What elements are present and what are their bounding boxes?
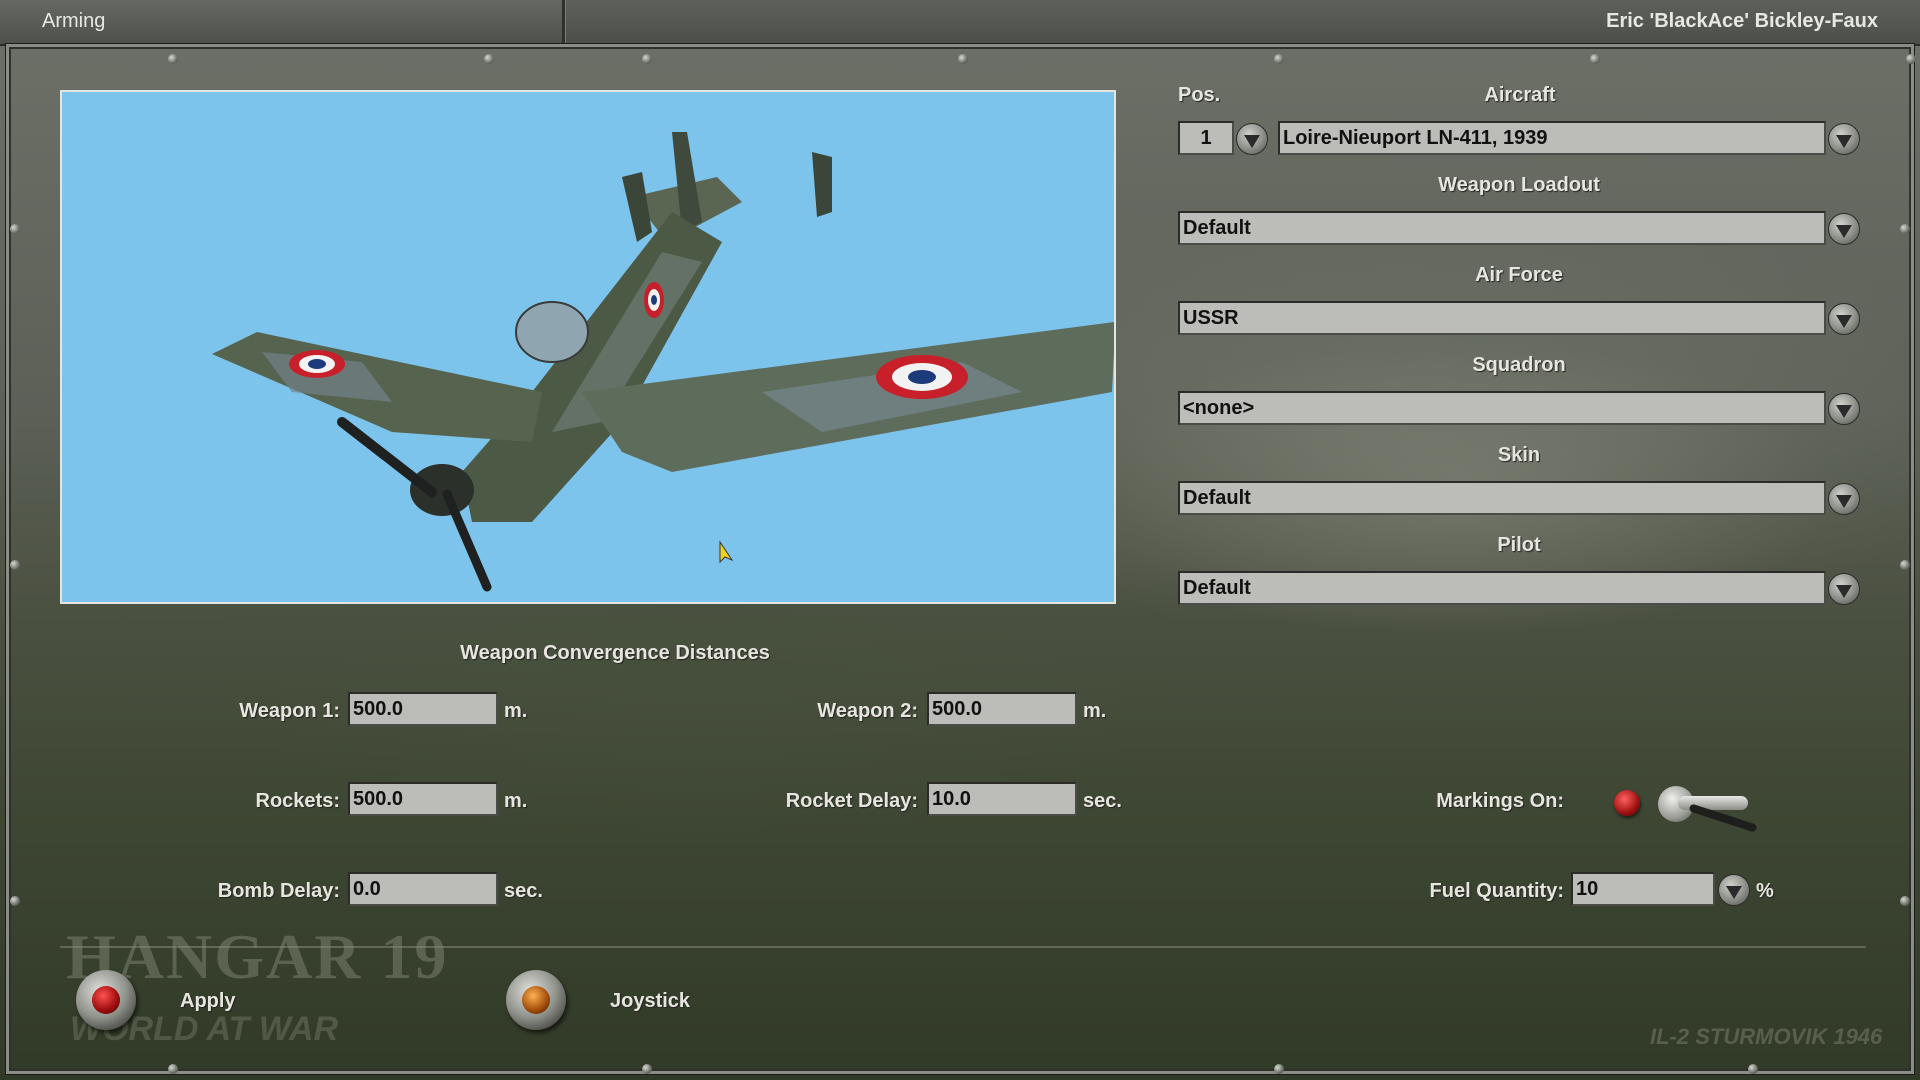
weapon1-field[interactable]: 500.0 — [348, 692, 498, 726]
pilot-field[interactable]: Default — [1178, 571, 1826, 605]
pos-dropdown-button[interactable] — [1236, 123, 1268, 155]
aircraft-model-icon — [212, 132, 1114, 592]
skin-field[interactable]: Default — [1178, 481, 1826, 515]
weapon-loadout-field[interactable]: Default — [1178, 211, 1826, 245]
pos-field[interactable]: 1 — [1178, 121, 1234, 155]
apply-label[interactable]: Apply — [180, 990, 236, 1013]
markings-toggle-switch[interactable] — [1608, 778, 1758, 838]
weapon2-label: Weapon 2: — [817, 700, 918, 722]
red-indicator-icon — [1614, 790, 1640, 816]
title-bar: Arming Eric 'BlackAce' Bickley-Faux — [0, 0, 1920, 46]
skin-label: Skin — [1497, 444, 1541, 466]
squadron-field[interactable]: <none> — [1178, 391, 1826, 425]
chevron-down-icon — [1836, 314, 1852, 328]
rockets-field[interactable]: 500.0 — [348, 782, 498, 816]
bottom-divider — [60, 946, 1866, 948]
rockets-unit: m. — [504, 790, 528, 812]
rocket-delay-label: Rocket Delay: — [785, 790, 918, 812]
game-logo: IL-2 STURMOVIK 1946 — [1650, 1024, 1883, 1049]
aircraft-dropdown-button[interactable] — [1828, 123, 1860, 155]
weapon-loadout-label: Weapon Loadout — [1438, 174, 1600, 196]
pilot-dropdown-button[interactable] — [1828, 573, 1860, 605]
aircraft-label: Aircraft — [1484, 84, 1556, 106]
air-force-label: Air Force — [1475, 264, 1563, 286]
aircraft-field[interactable]: Loire-Nieuport LN-411, 1939 — [1278, 121, 1826, 155]
chevron-down-icon — [1244, 134, 1260, 148]
orange-button-light-icon — [522, 986, 550, 1014]
rockets-label: Rockets: — [255, 790, 340, 812]
squadron-dropdown-button[interactable] — [1828, 393, 1860, 425]
chevron-down-icon — [1836, 404, 1852, 418]
chevron-down-icon — [1836, 494, 1852, 508]
weapon-loadout-dropdown-button[interactable] — [1828, 213, 1860, 245]
air-force-field[interactable]: USSR — [1178, 301, 1826, 335]
chevron-down-icon — [1836, 134, 1852, 148]
rocket-delay-field[interactable]: 10.0 — [927, 782, 1077, 816]
fuel-quantity-dropdown-button[interactable] — [1718, 874, 1750, 906]
pos-label: Pos. — [1178, 84, 1221, 106]
markings-label: Markings On: — [1436, 790, 1564, 812]
pilot-label: Pilot — [1497, 534, 1541, 556]
convergence-heading: Weapon Convergence Distances — [460, 642, 770, 664]
bomb-delay-field[interactable]: 0.0 — [348, 872, 498, 906]
rocket-delay-unit: sec. — [1083, 790, 1122, 812]
chevron-down-icon — [1836, 224, 1852, 238]
chevron-down-icon — [1726, 885, 1742, 899]
user-name: Eric 'BlackAce' Bickley-Faux — [1606, 10, 1878, 32]
weapon2-field[interactable]: 500.0 — [927, 692, 1077, 726]
bomb-delay-unit: sec. — [504, 880, 543, 902]
fuel-quantity-label: Fuel Quantity: — [1429, 880, 1564, 902]
joystick-label[interactable]: Joystick — [610, 990, 690, 1013]
aircraft-preview[interactable] — [60, 90, 1116, 604]
bomb-delay-label: Bomb Delay: — [217, 880, 340, 902]
air-force-dropdown-button[interactable] — [1828, 303, 1860, 335]
window-title: Arming — [42, 10, 106, 32]
red-button-light-icon — [92, 986, 120, 1014]
squadron-label: Squadron — [1472, 354, 1566, 376]
weapon1-unit: m. — [504, 700, 528, 722]
weapon1-label: Weapon 1: — [239, 700, 340, 722]
fuel-quantity-field[interactable]: 10 — [1571, 872, 1715, 906]
weapon2-unit: m. — [1083, 700, 1107, 722]
fuel-unit: % — [1756, 880, 1774, 902]
apply-button[interactable] — [76, 970, 136, 1030]
joystick-button[interactable] — [506, 970, 566, 1030]
skin-dropdown-button[interactable] — [1828, 483, 1860, 515]
chevron-down-icon — [1836, 584, 1852, 598]
